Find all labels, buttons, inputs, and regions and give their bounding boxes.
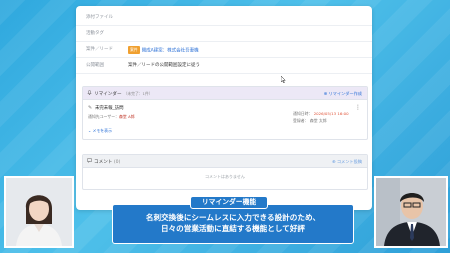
post-comment-button[interactable]: ⊕ コメント投稿 [332, 159, 362, 165]
comment-card: コメント (0) ⊕ コメント投稿 コメントはありません [82, 154, 368, 190]
field-label: 案件／リード [86, 47, 113, 52]
field-label: 活動タグ [86, 31, 104, 36]
date-label: 通知日時： [293, 111, 313, 116]
reminder-item[interactable]: ✎ 未完未報_訪問 ⋮ 通知先ユーザー：森堂 A郎 通知日時： 2026/05/… [83, 100, 367, 136]
reminder-notify: 通知先ユーザー：森堂 A郎 [88, 114, 135, 120]
field-activity-tag[interactable]: 活動タグ [76, 25, 372, 42]
reminder-title-text: リマインダー [94, 91, 122, 97]
reminder-creator: 登録者： 森堂 太郎 [293, 118, 327, 124]
notify-label: 通知先ユーザー： [88, 114, 120, 119]
create-reminder-button[interactable]: ⊕ リマインダー作成 [324, 91, 362, 97]
field-label: 添付ファイル [86, 15, 113, 20]
presenter-left-image [6, 178, 72, 246]
field-visibility: 公開範囲 案件／リードの公開範囲設定に従う [76, 57, 372, 74]
field-value: 案件／リードの公開範囲設定に従う [128, 63, 200, 68]
presenter-video-right [374, 176, 448, 248]
reminder-item-name: 未完未報_訪問 [95, 106, 124, 111]
creator-label: 登録者： [293, 118, 309, 123]
post-comment-label: コメント投稿 [336, 158, 362, 164]
creator-value: 森堂 太郎 [309, 118, 327, 123]
field-value: 案件 開成A建案：株式会社吾妻機 [128, 46, 199, 54]
notify-user: 森堂 A郎 [119, 114, 135, 119]
caption-box: 名刺交換後にシームレスに入力できる設計のため、 日々の営業活動に直結する機能とし… [112, 204, 354, 244]
caption-line-2: 日々の営業活動に直結する機能として好評 [160, 224, 306, 233]
reminder-title: リマインダー （未完了：1件） [94, 91, 153, 97]
field-deal-lead: 案件／リード 案件 開成A建案：株式会社吾妻機 [76, 41, 372, 58]
comment-empty-text: コメントはありません [205, 174, 245, 179]
comment-header: コメント (0) ⊕ コメント投稿 [83, 155, 367, 168]
reminder-count: （未完了：1件） [123, 90, 153, 96]
reminder-edit-icon: ✎ [88, 105, 93, 111]
presenter-video-left [4, 176, 74, 248]
comment-count: (0) [113, 159, 121, 165]
mouse-pointer-icon [280, 75, 286, 85]
show-memo-label: メモを表示 [92, 128, 112, 133]
bell-icon [87, 90, 92, 97]
field-label: 公開範囲 [86, 63, 104, 68]
create-reminder-label: リマインダー作成 [328, 90, 362, 96]
field-attachments: 添付ファイル [76, 9, 372, 26]
presenter-right-image [376, 178, 446, 246]
reminder-date: 通知日時： 2026/05/13 16:00 [293, 111, 349, 117]
deal-tag-badge: 案件 [128, 46, 140, 54]
deal-link[interactable]: 開成A建案：株式会社吾妻機 [142, 49, 199, 54]
reminder-card: リマインダー （未完了：1件） ⊕ リマインダー作成 ✎ 未完未報_訪問 ⋮ 通知… [82, 86, 368, 140]
caption-tag: リマインダー機能 [190, 196, 268, 209]
show-memo-link[interactable]: ⌄ メモを表示 [88, 128, 112, 134]
comment-title: コメント (0) [94, 159, 120, 165]
app-window: 添付ファイル 活動タグ 案件／リード 案件 開成A建案：株式会社吾妻機 公開範囲 … [76, 6, 372, 210]
comment-icon [87, 158, 92, 165]
caption-line-1: 名刺交換後にシームレスに入力できる設計のため、 [145, 213, 321, 222]
comment-title-text: コメント [94, 159, 113, 165]
date-value: 2026/05/13 16:00 [313, 111, 349, 116]
chevron-down-icon: ⌄ [88, 128, 92, 133]
kebab-menu-icon[interactable]: ⋮ [355, 104, 361, 111]
reminder-header: リマインダー （未完了：1件） ⊕ リマインダー作成 [83, 87, 367, 100]
